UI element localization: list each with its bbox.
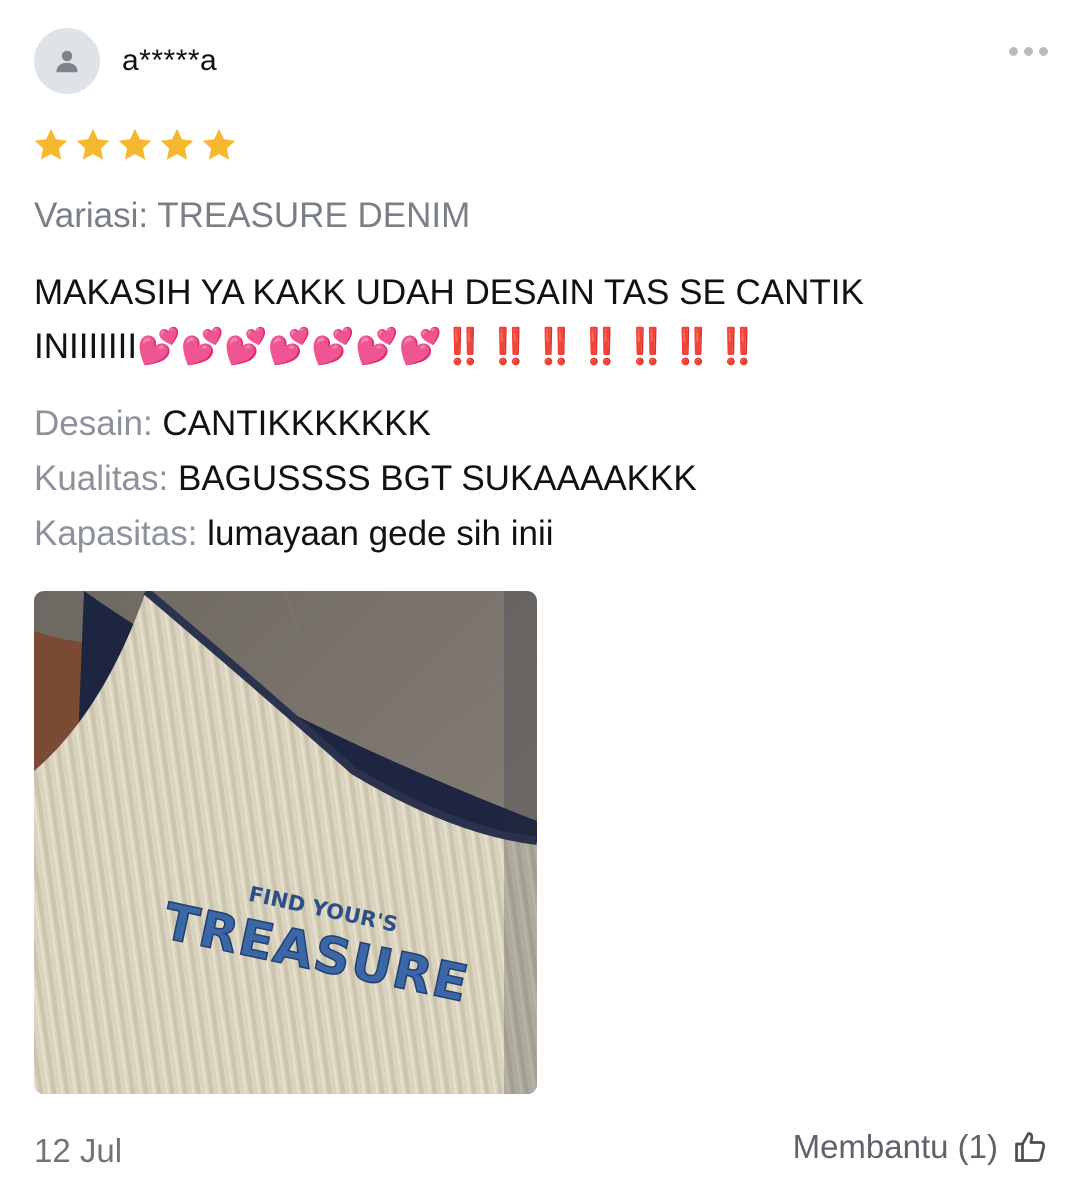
double-exclamation-emoji: ‼️‼️‼️‼️‼️‼️‼️ [442,327,762,367]
attribute-quality: Kualitas: BAGUSSSS BGT SUKAAAAKKK [34,451,697,506]
attribute-label: Desain: [34,404,153,443]
star-icon [160,128,194,160]
attribute-label: Kualitas: [34,459,169,498]
attribute-value: CANTIKKKKKKK [162,404,431,443]
thumbs-up-icon [1015,1132,1046,1162]
review-photo[interactable]: FIND YOUR'S TREASURE [34,591,537,1094]
attribute-value: lumayaan gede sih inii [207,514,554,553]
star-icon [118,128,152,160]
helpful-label: Membantu (1) [792,1128,998,1165]
review-text: MAKASIH YA KAKK UDAH DESAIN TAS SE CANTI… [34,266,1034,374]
review-text-line-2: INIIIIIII💕💕💕💕💕💕💕‼️‼️‼️‼️‼️‼️‼️ [34,320,1034,374]
helpful-button[interactable]: Membantu (1) [793,1128,1048,1166]
variation-label: Variasi: TREASURE DENIM [34,196,471,235]
star-icon [34,128,68,160]
review-date: 12 Jul [34,1132,123,1169]
review-attributes: Desain: CANTIKKKKKKK Kualitas: BAGUSSSS … [34,396,697,561]
avatar[interactable] [34,28,100,94]
star-icon [76,128,110,160]
star-icon [202,128,236,160]
hearts-emoji: 💕💕💕💕💕💕💕 [137,327,443,367]
more-dots-icon [1008,46,1048,56]
person-icon [56,50,78,73]
attribute-design: Desain: CANTIKKKKKKK [34,396,697,451]
bag-photo-image: FIND YOUR'S TREASURE [34,591,537,1094]
review-text-word: INIIIIIII [34,327,138,366]
reviewer-username[interactable]: a*****a [122,44,217,78]
attribute-capacity: Kapasitas: lumayaan gede sih inii [34,506,697,561]
star-rating [32,126,238,164]
attribute-label: Kapasitas: [34,514,198,553]
review-text-line-1: MAKASIH YA KAKK UDAH DESAIN TAS SE CANTI… [34,273,864,312]
more-options-button[interactable] [1000,36,1056,66]
attribute-value: BAGUSSSS BGT SUKAAAAKKK [177,459,697,498]
